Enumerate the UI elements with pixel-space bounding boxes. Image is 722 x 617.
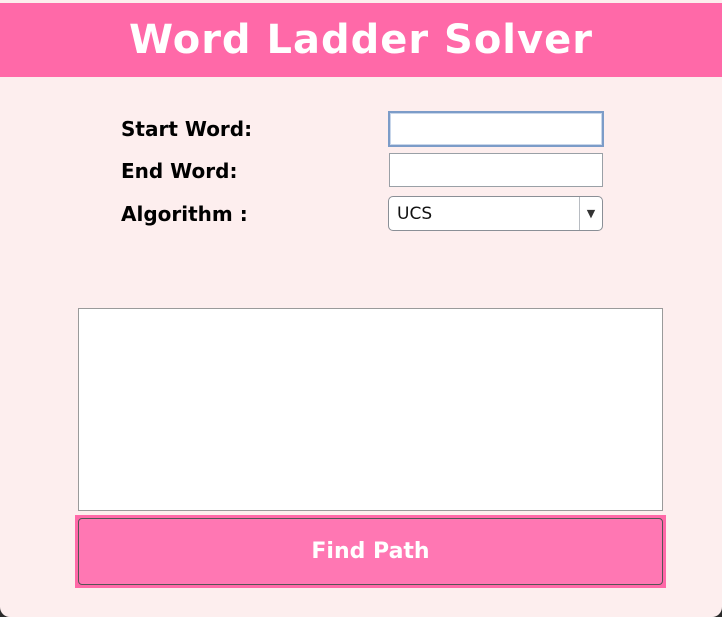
result-output-area[interactable]: [78, 308, 663, 511]
algorithm-label: Algorithm :: [121, 202, 248, 226]
chevron-down-icon[interactable]: ▼: [579, 197, 602, 230]
find-path-button-frame: Find Path: [75, 515, 666, 588]
algorithm-selected-value: UCS: [397, 203, 433, 224]
start-word-label: Start Word:: [121, 117, 253, 141]
end-word-input[interactable]: [389, 153, 603, 187]
header-bar: Word Ladder Solver: [0, 3, 722, 77]
app-title: Word Ladder Solver: [129, 17, 593, 63]
start-word-input[interactable]: [388, 111, 604, 147]
algorithm-select[interactable]: UCS ▼: [388, 196, 603, 231]
app-window: Word Ladder Solver Start Word: End Word:…: [0, 0, 722, 617]
end-word-label: End Word:: [121, 159, 238, 183]
find-path-button[interactable]: Find Path: [78, 518, 663, 585]
